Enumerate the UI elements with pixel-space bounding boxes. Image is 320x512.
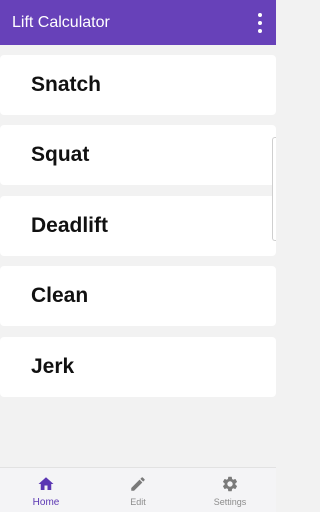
nav-label: Edit [130, 497, 146, 507]
lift-label: Squat [31, 143, 90, 166]
lift-label: Snatch [31, 73, 102, 96]
pencil-icon [131, 477, 145, 491]
lift-item-snatch[interactable]: Snatch [0, 55, 276, 115]
lift-item-clean[interactable]: Clean [0, 266, 276, 326]
nav-label: Settings [213, 497, 247, 507]
lift-label: Deadlift [31, 214, 109, 237]
lift-item-deadlift[interactable]: Deadlift [0, 196, 276, 256]
lift-label: Jerk [31, 355, 75, 378]
nav-label: Home [32, 496, 60, 508]
lift-label: Clean [31, 284, 89, 307]
app-title: Lift Calculator [12, 13, 110, 31]
nav-item-edit[interactable]: Edit [92, 468, 184, 512]
more-vert-icon[interactable] [254, 13, 266, 33]
home-icon [38, 476, 54, 490]
lift-item-squat[interactable]: Squat [0, 125, 276, 185]
app-bar: Lift Calculator [0, 0, 276, 45]
bottom-navigation: Home Edit Settings [0, 467, 276, 512]
nav-item-home[interactable]: Home [0, 468, 92, 512]
nav-item-settings[interactable]: Settings [184, 468, 276, 512]
gear-icon [222, 476, 238, 492]
scrollbar[interactable] [272, 137, 276, 241]
lift-item-jerk[interactable]: Jerk [0, 337, 276, 397]
